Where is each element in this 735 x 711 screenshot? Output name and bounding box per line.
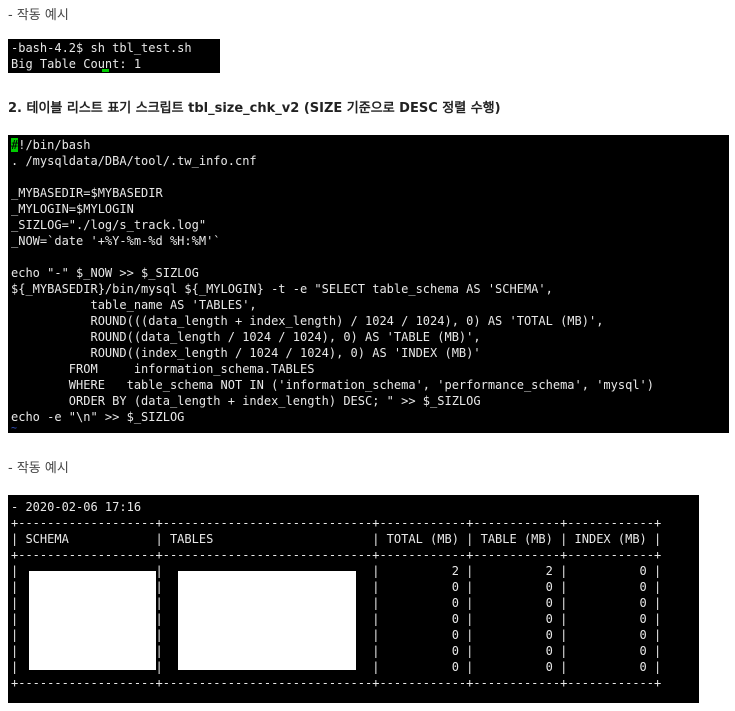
script-terminal: #!/bin/bash . /mysqldata/DBA/tool/.tw_in… xyxy=(8,135,729,433)
script-line: FROM information_schema.TABLES xyxy=(11,362,315,376)
script-line: _NOW=`date '+%Y-%m-%d %H:%M'` xyxy=(11,234,221,248)
redacted-schema-box xyxy=(29,571,156,670)
terminal-example-output: -bash-4.2$ sh tbl_test.sh Big Table Coun… xyxy=(8,39,220,73)
script-line: echo "-" $_NOW >> $_SIZLOG xyxy=(11,266,199,280)
shebang-line: #!/bin/bash xyxy=(11,138,91,152)
script-line: echo -e "\n" >> $_SIZLOG xyxy=(11,410,185,424)
tilde-line: ~ xyxy=(11,423,18,434)
output-terminal: - 2020-02-06 17:16 +-------------------+… xyxy=(8,495,699,703)
redacted-tables-box xyxy=(178,571,356,670)
table-border: +-------------------+-------------------… xyxy=(11,516,662,530)
script-line: ROUND((data_length / 1024 / 1024), 0) AS… xyxy=(11,330,481,344)
table-border: +-------------------+-------------------… xyxy=(11,548,662,562)
script-line: ROUND(((data_length + index_length) / 10… xyxy=(11,314,604,328)
example-label: - 작동 예시 xyxy=(8,8,69,23)
script-line: ${_MYBASEDIR}/bin/mysql ${_MYLOGIN} -t -… xyxy=(11,282,553,296)
table-border: +-------------------+-------------------… xyxy=(11,676,662,690)
script-line: ORDER BY (data_length + index_length) DE… xyxy=(11,394,481,408)
script-line: _SIZLOG="./log/s_track.log" xyxy=(11,218,207,232)
cursor-icon xyxy=(102,69,109,72)
script-line: ROUND((index_length / 1024 / 1024), 0) A… xyxy=(11,346,481,360)
script-line xyxy=(11,169,726,185)
section-heading: 2. 테이블 리스트 표기 스크립트 tbl_size_chk_v2 (SIZE… xyxy=(8,101,501,116)
script-line: _MYLOGIN=$MYLOGIN xyxy=(11,202,134,216)
script-line: . /mysqldata/DBA/tool/.tw_info.cnf xyxy=(11,154,257,168)
script-line: WHERE table_schema NOT IN ('information_… xyxy=(11,378,654,392)
script-line: table_name AS 'TABLES', xyxy=(11,298,257,312)
terminal-line: Big Table Count: 1 xyxy=(11,57,142,71)
example-label: - 작동 예시 xyxy=(8,461,69,476)
script-line xyxy=(11,249,726,265)
script-line: _MYBASEDIR=$MYBASEDIR xyxy=(11,186,163,200)
table-header: | SCHEMA | TABLES | TOTAL (MB) | TABLE (… xyxy=(11,532,662,546)
log-date-line: - 2020-02-06 17:16 xyxy=(11,500,142,514)
terminal-line: -bash-4.2$ sh tbl_test.sh xyxy=(11,41,192,55)
